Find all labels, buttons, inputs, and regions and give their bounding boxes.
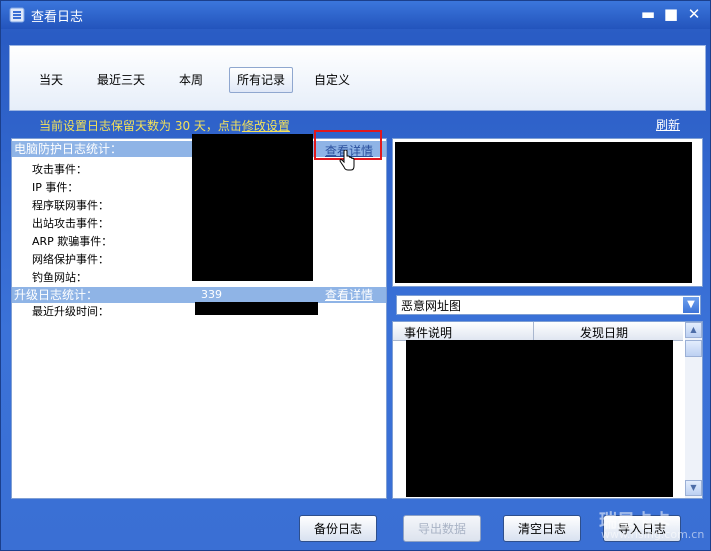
chevron-down-icon[interactable]: ▼ [683,297,699,313]
app-icon [9,7,25,23]
chart-panel [392,138,703,287]
scroll-up-icon[interactable]: ▲ [685,322,702,338]
refresh-link[interactable]: 刷新 [656,116,680,133]
chart-type-select[interactable]: 恶意网址图 ▼ [396,295,701,315]
tab-last-three-days[interactable]: 最近三天 [97,68,145,92]
tab-all-records[interactable]: 所有记录 [229,67,294,93]
log-viewer-window: 查看日志 ▬ ■ ✕ 当天 最近三天 本周 所有记录 自定义 当前设置日志保留天… [0,0,711,551]
maximize-icon[interactable]: ■ [662,5,680,23]
column-discovery-date[interactable]: 发现日期 [580,324,628,341]
title-bar: 查看日志 ▬ ■ ✕ [1,1,710,29]
redacted-protection-counts [192,134,313,281]
outbound-attack-events-label: 出站攻击事件： [32,217,109,230]
retention-notice: 当前设置日志保留天数为 30 天，点击修改设置 [39,117,290,134]
protection-header-label: 电脑防护日志统计： [14,142,123,156]
scroll-down-icon[interactable]: ▼ [685,480,702,496]
last-upgrade-time-label: 最近升级时间： [32,305,109,318]
watermark-logo: 瑞星卡卡 www.rising.com.cn [591,507,709,547]
attack-events-label: 攻击事件： [32,163,87,176]
program-network-events-label: 程序联网事件： [32,199,109,212]
window-title: 查看日志 [31,10,84,25]
upgrade-section-header: 升级日志统计： 339 查看详情 [12,287,386,303]
chart-type-value: 恶意网址图 [401,299,462,313]
export-data-button[interactable]: 导出数据 [403,515,481,542]
network-protection-events-label: 网络保护事件： [32,253,109,266]
redacted-event-rows [406,340,673,497]
upgrade-detail-link[interactable]: 查看详情 [325,287,373,303]
minimize-icon[interactable]: ▬ [639,5,657,23]
event-table-header: 事件说明 发现日期 [393,322,683,341]
clear-log-button[interactable]: 清空日志 [503,515,581,542]
backup-log-button[interactable]: 备份日志 [299,515,377,542]
tab-custom[interactable]: 自定义 [314,68,350,92]
redacted-chart [395,142,692,283]
upgrade-count: 339 [201,288,222,301]
upgrade-header-label: 升级日志统计： [14,288,99,302]
statistics-panel: 电脑防护日志统计： 查看详情 攻击事件： IP 事件： 程序联网事件： 出站攻击… [11,130,387,499]
modify-settings-link[interactable]: 修改设置 [242,119,290,133]
arp-spoof-events-label: ARP 欺骗事件： [32,235,113,248]
column-event-description[interactable]: 事件说明 [404,324,452,341]
hand-cursor-icon [339,150,355,171]
ip-events-label: IP 事件： [32,181,79,194]
event-table-scrollbar[interactable]: ▲ ▼ [685,322,702,498]
tab-this-week[interactable]: 本周 [179,68,203,92]
time-range-tabs: 当天 最近三天 本周 所有记录 自定义 [9,45,706,111]
phishing-sites-label: 钓鱼网站： [32,271,87,284]
redacted-upgrade-time [195,302,318,315]
event-table: 事件说明 发现日期 ▲ ▼ [392,321,703,499]
scroll-thumb[interactable] [685,340,702,357]
retention-text: 当前设置日志保留天数为 30 天，点击 [39,119,242,133]
tab-today[interactable]: 当天 [39,68,63,92]
watermark-sub: www.rising.com.cn [601,528,705,541]
column-divider [533,322,534,340]
close-icon[interactable]: ✕ [685,5,703,23]
